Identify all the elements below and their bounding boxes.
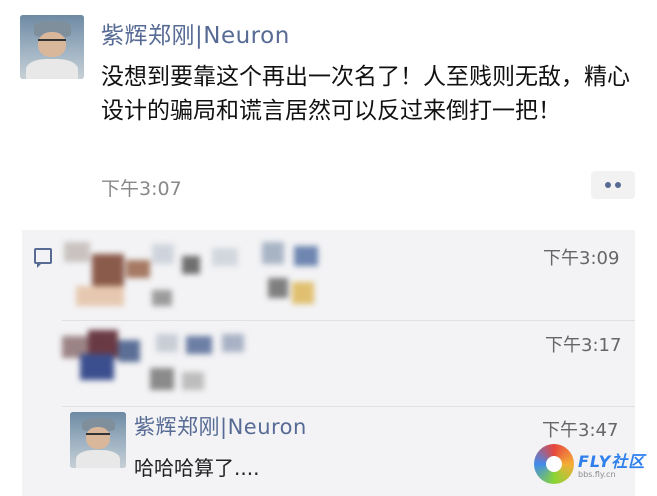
watermark-brand: FLY社区 — [578, 452, 646, 471]
post-author-name[interactable]: 紫辉郑刚|Neuron — [101, 16, 290, 50]
ellipsis-icon — [615, 182, 621, 188]
comment-item[interactable]: 下午3:17 — [22, 322, 635, 404]
blurred-comment-content — [62, 238, 322, 312]
comment-author-name[interactable]: 紫辉郑刚|Neuron — [134, 411, 307, 441]
blurred-comment-content — [62, 324, 282, 400]
ellipsis-icon — [605, 182, 611, 188]
moments-post: 紫辉郑刚|Neuron 没想到要靠这个再出一次名了！人至贱则无敌，精心设计的骗局… — [0, 0, 657, 225]
post-author-avatar[interactable] — [20, 15, 84, 79]
comment-timestamp: 下午3:17 — [545, 335, 622, 356]
comment-divider — [62, 406, 635, 407]
comment-divider — [62, 320, 635, 321]
comment-timestamp: 下午3:09 — [543, 248, 620, 269]
post-more-button[interactable] — [591, 171, 635, 199]
comment-author-avatar[interactable] — [70, 412, 126, 468]
post-timestamp: 下午3:07 — [101, 178, 182, 200]
site-watermark: FLY社区 bbs.fly.cn — [528, 438, 648, 490]
watermark-url: bbs.fly.cn — [578, 470, 616, 479]
post-body-text: 没想到要靠这个再出一次名了！人至贱则无敌，精心设计的骗局和谎言居然可以反过来倒打… — [101, 64, 630, 124]
comment-text: 哈哈哈算了.... — [134, 456, 260, 480]
comment-item[interactable]: 下午3:09 — [22, 230, 635, 318]
fly-logo-icon — [534, 444, 574, 484]
